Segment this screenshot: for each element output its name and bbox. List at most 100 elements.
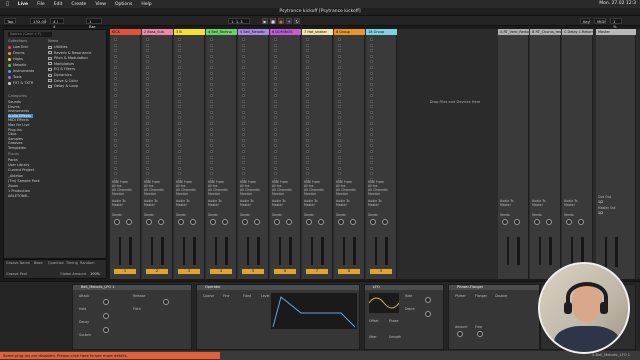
clip-slot-button[interactable] bbox=[178, 88, 181, 92]
drop-files-hint[interactable]: Drop Files and Devices Here bbox=[400, 100, 510, 104]
clip-slot-button[interactable] bbox=[178, 43, 181, 47]
send-a-knob[interactable] bbox=[306, 219, 312, 225]
category-item[interactable]: MIDI Effects bbox=[8, 118, 29, 122]
attack-knob[interactable] bbox=[103, 299, 109, 305]
clip-slot-button[interactable] bbox=[114, 138, 117, 142]
depth-knob[interactable] bbox=[425, 311, 431, 317]
clip-slot-button[interactable] bbox=[178, 133, 181, 137]
clip-slot-button[interactable] bbox=[242, 99, 245, 103]
clip-slot-button[interactable] bbox=[338, 94, 341, 97]
clip-slot-button[interactable] bbox=[242, 54, 245, 58]
routing-master[interactable]: Master bbox=[112, 203, 123, 207]
clip-slot-button[interactable] bbox=[338, 144, 341, 148]
routing-master[interactable]: Master bbox=[564, 203, 575, 207]
clip-slot-button[interactable] bbox=[338, 82, 341, 86]
play-icon[interactable]: ▶ bbox=[262, 18, 268, 24]
clip-slot-button[interactable] bbox=[242, 60, 245, 64]
track-header[interactable]: 4 Bell_Techno bbox=[206, 29, 237, 35]
clip-slot-button[interactable] bbox=[242, 88, 245, 92]
send-b-knob[interactable] bbox=[158, 219, 164, 225]
cue-out-value[interactable]: 1/2 bbox=[598, 200, 603, 204]
clip-slot-button[interactable] bbox=[210, 116, 213, 120]
clip-slot-button[interactable] bbox=[338, 133, 341, 137]
clip-slot-button[interactable] bbox=[306, 133, 309, 137]
send-a-knob[interactable] bbox=[178, 219, 184, 225]
menu-options[interactable]: Options bbox=[115, 2, 132, 7]
clip-slot-button[interactable] bbox=[370, 82, 373, 86]
clip-slot-button[interactable] bbox=[338, 105, 341, 109]
folder-item[interactable]: Dynamics bbox=[48, 73, 72, 77]
decay-knob[interactable] bbox=[103, 327, 109, 333]
clip-slot-button[interactable] bbox=[370, 71, 373, 75]
volume-fader[interactable] bbox=[183, 237, 185, 265]
audio-track[interactable]: 7 Hat_shaker MIDI From All Ins All Channels… bbox=[302, 29, 333, 279]
clip-slot-button[interactable] bbox=[146, 94, 149, 97]
clip-slot-button[interactable] bbox=[146, 71, 149, 75]
clip-slot-button[interactable] bbox=[370, 99, 373, 103]
tempo-field[interactable]: 132.00 bbox=[30, 18, 46, 24]
audio-track[interactable]: KICK MIDI From All Ins All Channels Monitor A… bbox=[110, 29, 141, 279]
track-activator-button[interactable]: 7 bbox=[306, 269, 328, 274]
send-a-knob[interactable] bbox=[338, 219, 344, 225]
folder-item[interactable]: Modulators bbox=[48, 62, 74, 66]
track-header[interactable]: 5 Bell_Melodic bbox=[238, 29, 269, 35]
clip-slot-button[interactable] bbox=[274, 88, 277, 92]
menu-app[interactable]: Live bbox=[18, 2, 28, 7]
clip-slot-button[interactable] bbox=[114, 144, 117, 148]
send-b-knob[interactable] bbox=[546, 219, 552, 225]
clip-slot-button[interactable] bbox=[274, 133, 277, 137]
clip-slot-button[interactable] bbox=[306, 166, 309, 170]
key-map-button[interactable]: Key bbox=[580, 18, 590, 24]
clip-slot-button[interactable] bbox=[210, 155, 213, 159]
clip-slot-button[interactable] bbox=[274, 94, 277, 97]
clip-slot-button[interactable] bbox=[338, 54, 341, 58]
clip-slot-button[interactable] bbox=[146, 60, 149, 64]
clip-slot-button[interactable] bbox=[242, 150, 245, 153]
clip-slot-button[interactable] bbox=[210, 166, 213, 170]
record-icon[interactable]: ● bbox=[278, 18, 284, 24]
release-knob[interactable] bbox=[163, 299, 169, 305]
clip-slot-button[interactable] bbox=[306, 150, 309, 153]
send-b-knob[interactable] bbox=[126, 219, 132, 225]
device-phaser-flanger[interactable]: Phaser-Flanger Phaser Flanger Doubler Am… bbox=[448, 284, 540, 350]
device-lfo[interactable]: LFO Rate Depth Offset Phase Jitter Smoot… bbox=[364, 284, 444, 350]
clip-slot-button[interactable] bbox=[242, 155, 245, 159]
clip-slot-button[interactable] bbox=[306, 155, 309, 159]
place-item[interactable]: Zoom bbox=[8, 184, 18, 188]
clip-slot-button[interactable] bbox=[146, 38, 149, 41]
clip-slot-button[interactable] bbox=[306, 144, 309, 148]
clip-slot-button[interactable] bbox=[306, 172, 309, 176]
clip-slot-button[interactable] bbox=[210, 88, 213, 92]
clip-slot-button[interactable] bbox=[242, 116, 245, 120]
clip-slot-button[interactable] bbox=[210, 77, 213, 81]
clip-slot-button[interactable] bbox=[306, 127, 309, 131]
send-b-knob[interactable] bbox=[318, 219, 324, 225]
hold-knob[interactable] bbox=[103, 313, 109, 319]
send-a-knob[interactable] bbox=[114, 219, 120, 225]
clip-slot-button[interactable] bbox=[178, 71, 181, 75]
clip-slot-button[interactable] bbox=[146, 138, 149, 142]
clip-slot-button[interactable] bbox=[306, 110, 309, 114]
track-header[interactable]: 2 Bass_Sub bbox=[142, 29, 173, 35]
clip-slot-button[interactable] bbox=[114, 54, 117, 58]
clip-slot-button[interactable] bbox=[370, 116, 373, 120]
clip-slot-button[interactable] bbox=[338, 127, 341, 131]
track-header[interactable]: B RT_Chorus_rev bbox=[530, 29, 561, 35]
clip-slot-button[interactable] bbox=[242, 71, 245, 75]
clip-slot-button[interactable] bbox=[146, 99, 149, 103]
clip-slot-button[interactable] bbox=[370, 110, 373, 114]
folder-item[interactable]: Reverb & Resonance bbox=[48, 51, 91, 55]
clip-slot-button[interactable] bbox=[210, 150, 213, 153]
clip-slot-button[interactable] bbox=[338, 38, 341, 41]
master-track-header[interactable]: Master bbox=[596, 29, 636, 35]
clip-slot-button[interactable] bbox=[306, 94, 309, 97]
clip-slot-button[interactable] bbox=[338, 172, 341, 176]
clip-slot-button[interactable] bbox=[114, 77, 117, 81]
clip-slot-button[interactable] bbox=[242, 38, 245, 41]
routing-master[interactable]: Master bbox=[304, 203, 315, 207]
clip-slot-button[interactable] bbox=[242, 77, 245, 81]
clip-slot-button[interactable] bbox=[178, 127, 181, 131]
plugin-warning-message[interactable]: Some plug-ins are disabled. Please click… bbox=[0, 352, 220, 359]
clip-slot-button[interactable] bbox=[210, 49, 213, 53]
clip-slot-button[interactable] bbox=[114, 38, 117, 41]
